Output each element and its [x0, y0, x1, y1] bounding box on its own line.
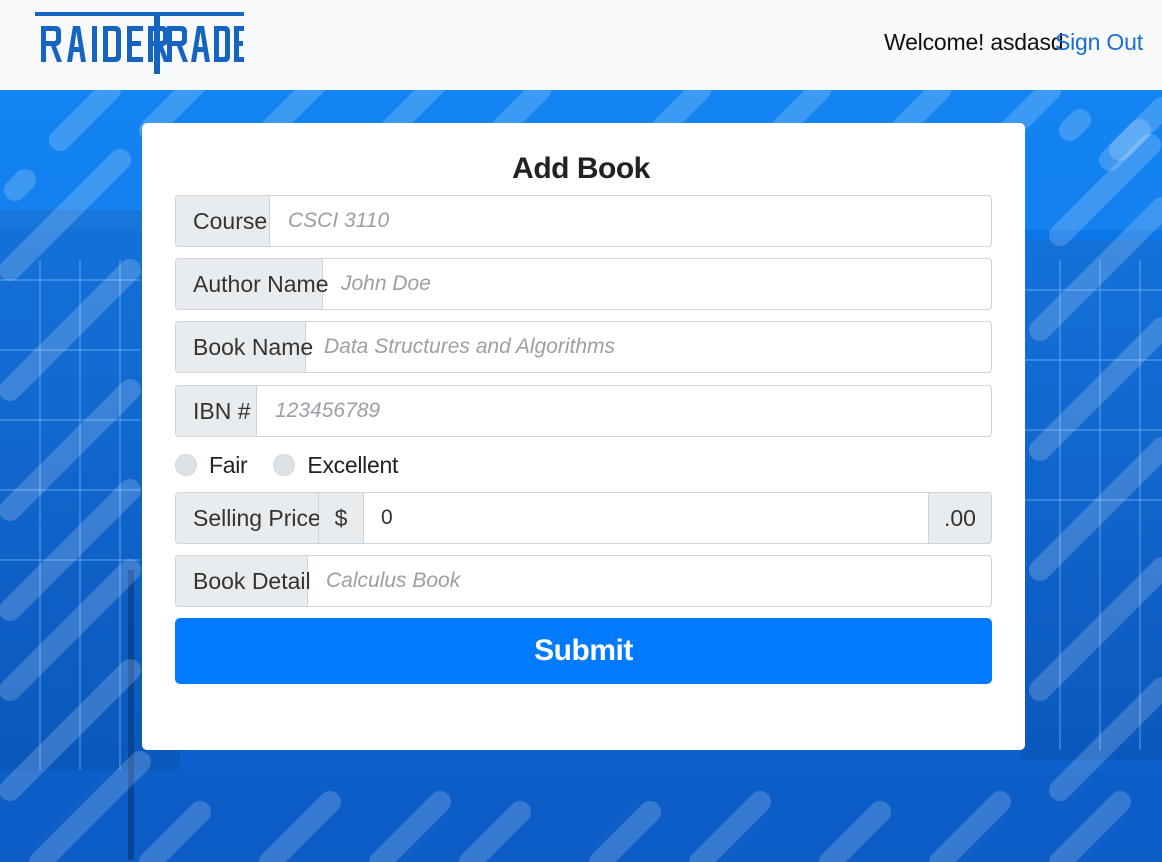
form-title: Add Book [512, 152, 650, 185]
book-name-label: Book Name [176, 322, 313, 372]
author-name-input-group: Author Name [175, 258, 992, 310]
dollar-sign: $ [319, 493, 364, 543]
author-name-input[interactable] [323, 259, 991, 309]
welcome-text: Welcome! asdasd [884, 29, 1064, 55]
author-name-label: Author Name [176, 259, 329, 309]
submit-button[interactable]: Submit [175, 618, 992, 684]
excellent-radio[interactable] [273, 454, 296, 476]
sign-out-link[interactable]: Sign Out [1055, 29, 1143, 56]
book-name-input-group: Book Name [175, 321, 992, 373]
selling-price-label: Selling Price [176, 493, 321, 543]
book-name-input[interactable] [306, 322, 991, 372]
ibn-input[interactable] [257, 386, 991, 436]
condition-excellent-option[interactable]: Excellent [273, 452, 398, 479]
condition-radio-group: Fair Excellent [175, 450, 424, 480]
selling-price-input-group: Selling Price $ .00 [175, 492, 992, 544]
ibn-input-group: IBN # [175, 385, 992, 437]
course-label: Course [176, 196, 270, 246]
book-detail-input-group: Book Detail [175, 555, 992, 607]
fair-label: Fair [209, 451, 248, 478]
selling-price-input[interactable] [364, 493, 928, 543]
cents-suffix: .00 [928, 493, 991, 543]
excellent-label: Excellent [307, 451, 399, 478]
fair-radio[interactable] [175, 454, 197, 476]
course-input-group: Course [175, 195, 992, 247]
condition-fair-option[interactable]: Fair [175, 451, 248, 479]
course-input[interactable] [270, 196, 991, 246]
raidertrade-logo[interactable] [35, 12, 245, 76]
navbar: Welcome! asdasd Sign Out [0, 0, 1162, 90]
ibn-label: IBN # [176, 386, 257, 436]
book-detail-input[interactable] [308, 556, 991, 606]
book-detail-label: Book Detail [176, 556, 311, 606]
